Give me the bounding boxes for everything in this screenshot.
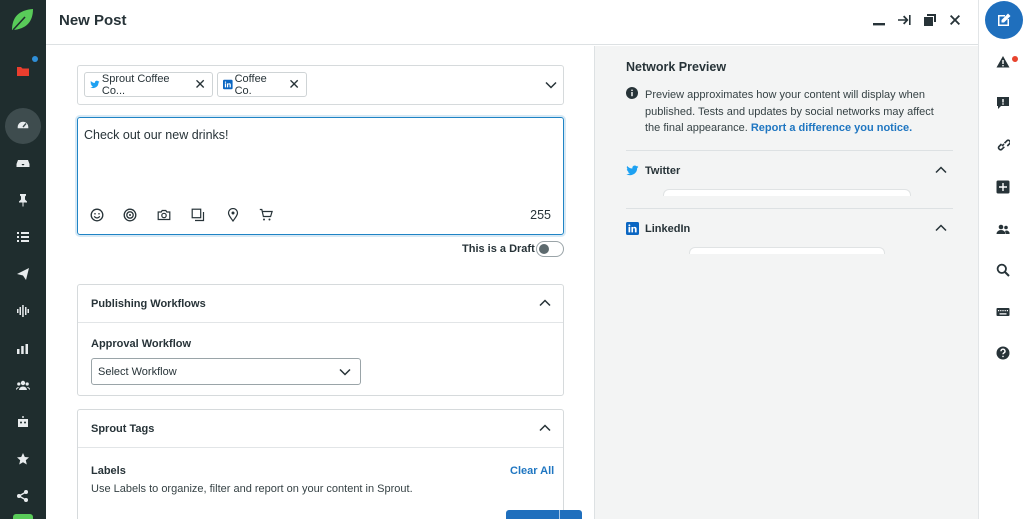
inbox-icon[interactable] <box>0 148 46 178</box>
compose-button[interactable] <box>985 1 1023 39</box>
twitter-icon <box>90 80 100 89</box>
chevron-up-icon[interactable] <box>935 166 947 174</box>
page-title: New Post <box>59 12 127 29</box>
info-icon <box>626 87 638 99</box>
workflow-select[interactable]: Select Workflow <box>91 358 361 385</box>
profile-selector[interactable]: Sprout Coffee Co... ✕ Coffee Co. ✕ <box>77 65 564 105</box>
dashboard-icon[interactable] <box>0 108 46 144</box>
listening-waveform-icon[interactable] <box>0 296 46 326</box>
linkedin-label: LinkedIn <box>645 223 691 235</box>
sprout-tags-card: Sprout Tags Labels Clear All Use Labels … <box>77 409 564 519</box>
profile-pill-label: Sprout Coffee Co... <box>101 72 170 97</box>
bot-icon[interactable] <box>0 407 46 437</box>
emoji-icon[interactable] <box>90 208 104 222</box>
camera-icon[interactable] <box>157 208 171 222</box>
profile-pill-linkedin: Coffee Co. ✕ <box>217 72 307 97</box>
draft-label: This is a Draft <box>462 243 535 255</box>
character-count: 255 <box>530 208 551 222</box>
chevron-down-icon <box>339 368 351 376</box>
reports-bar-chart-icon[interactable] <box>0 333 46 363</box>
report-difference-link[interactable]: Report a difference you notice. <box>751 122 912 134</box>
reviews-star-icon[interactable] <box>0 444 46 474</box>
right-rail <box>978 0 1024 519</box>
keyboard-icon[interactable] <box>996 305 1010 319</box>
approval-workflow-label: Approval Workflow <box>91 338 192 350</box>
profile-pill-label: Coffee Co. <box>234 72 267 97</box>
clear-all-link[interactable]: Clear All <box>510 465 554 477</box>
publishing-workflows-card: Publishing Workflows Approval Workflow S… <box>77 284 564 396</box>
dock-right-icon[interactable] <box>896 12 912 28</box>
linkedin-preview-section: LinkedIn <box>626 208 953 266</box>
cart-icon[interactable] <box>259 208 273 222</box>
duplicate-window-icon[interactable] <box>922 12 938 28</box>
sprout-logo-icon[interactable] <box>9 7 35 33</box>
toggle-knob <box>539 244 549 254</box>
compose-panel: Sprout Coffee Co... ✕ Coffee Co. ✕ Check… <box>46 46 594 519</box>
preview-title: Network Preview <box>626 60 727 74</box>
messages-folder-icon[interactable] <box>0 56 46 86</box>
linkedin-post-preview <box>689 247 885 254</box>
twitter-label: Twitter <box>645 165 681 177</box>
brand-strip <box>13 514 33 519</box>
linkedin-icon <box>223 79 233 90</box>
location-icon[interactable] <box>226 207 240 223</box>
message-textarea[interactable]: Check out our new drinks! 255 <box>77 117 564 235</box>
labels-description: Use Labels to organize, filter and repor… <box>91 483 413 495</box>
alert-icon[interactable] <box>996 55 1010 69</box>
feedback-icon[interactable] <box>996 96 1010 110</box>
remove-profile-icon[interactable]: ✕ <box>288 76 300 93</box>
search-icon[interactable] <box>996 263 1010 277</box>
message-text: Check out our new drinks! <box>84 128 229 142</box>
link-icon[interactable] <box>996 138 1011 152</box>
target-icon[interactable] <box>123 208 137 222</box>
people-icon[interactable] <box>0 370 46 400</box>
chevron-up-icon[interactable] <box>935 224 947 232</box>
add-icon[interactable] <box>996 180 1010 194</box>
tasks-list-icon[interactable] <box>0 222 46 252</box>
chevron-up-icon[interactable] <box>539 299 551 307</box>
card-title: Sprout Tags <box>91 423 155 435</box>
left-nav <box>0 0 46 519</box>
card-title: Publishing Workflows <box>91 298 206 310</box>
draft-toggle[interactable] <box>536 241 564 257</box>
twitter-post-preview <box>663 189 911 196</box>
remove-profile-icon[interactable]: ✕ <box>194 76 206 93</box>
minimize-icon[interactable] <box>871 12 887 28</box>
network-preview-panel: Network Preview Preview approximates how… <box>594 46 978 519</box>
chevron-up-icon[interactable] <box>539 424 551 432</box>
page-header: New Post <box>46 0 978 45</box>
close-icon[interactable] <box>947 12 963 28</box>
team-icon[interactable] <box>996 222 1010 236</box>
publishing-send-icon[interactable] <box>0 259 46 289</box>
profile-pill-twitter: Sprout Coffee Co... ✕ <box>84 72 213 97</box>
chevron-down-icon[interactable] <box>545 81 557 89</box>
compose-edit-icon <box>998 13 1011 26</box>
card-header[interactable]: Sprout Tags <box>78 410 563 448</box>
workflow-select-value: Select Workflow <box>98 366 177 378</box>
labels-heading: Labels <box>91 465 126 477</box>
help-icon[interactable] <box>996 346 1010 360</box>
integrations-icon[interactable] <box>0 481 46 511</box>
notification-dot <box>32 56 38 62</box>
send-button[interactable] <box>506 510 582 519</box>
linkedin-icon <box>626 222 639 235</box>
alert-badge <box>1012 56 1018 62</box>
pin-icon[interactable] <box>0 185 46 215</box>
card-header[interactable]: Publishing Workflows <box>78 285 563 323</box>
send-dropdown-divider <box>559 510 560 519</box>
twitter-preview-section: Twitter <box>626 150 953 208</box>
gallery-icon[interactable] <box>191 208 205 222</box>
twitter-icon <box>626 165 639 176</box>
